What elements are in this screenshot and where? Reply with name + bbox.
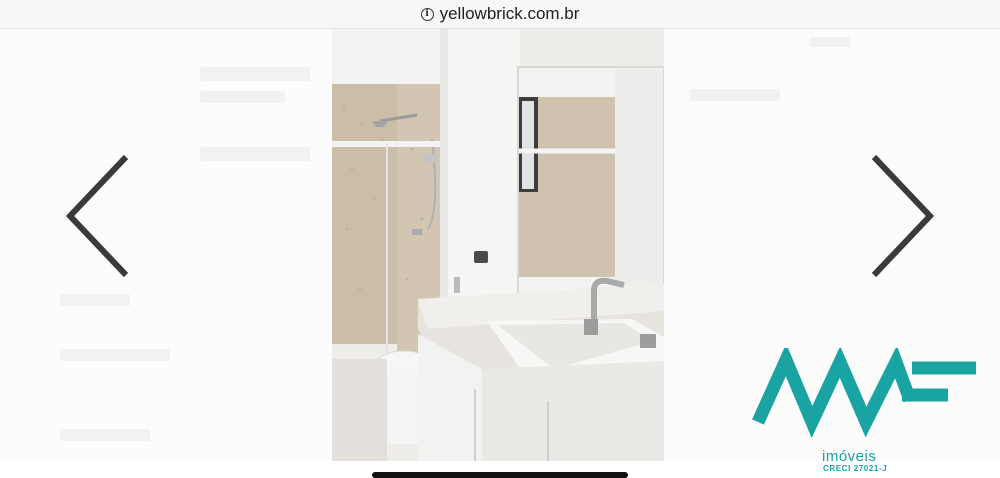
background-text-ghost [200,67,310,81]
chevron-left-icon [65,154,129,278]
chevron-right-icon [871,154,935,278]
background-text-ghost [60,294,130,306]
logo-creci: CRECI 27021-J [823,464,888,473]
background-text-ghost [60,349,170,361]
next-photo-button[interactable] [868,154,938,279]
bathroom-photo[interactable] [332,29,664,461]
background-text-ghost [690,89,780,101]
address-bar[interactable]: i yellowbrick.com.br [0,0,1000,29]
url-text: yellowbrick.com.br [439,4,580,23]
gallery-stage: imóveis CRECI 27021-J [0,29,1000,478]
home-indicator[interactable] [372,472,628,478]
photo-illustration [332,29,664,461]
background-text-ghost [200,91,285,103]
previous-photo-button[interactable] [62,154,132,279]
info-icon[interactable]: i [420,7,434,21]
logo-subtitle: imóveis [822,448,877,465]
background-text-ghost [810,37,850,47]
background-text-ghost [60,429,150,441]
background-text-ghost [200,147,310,161]
